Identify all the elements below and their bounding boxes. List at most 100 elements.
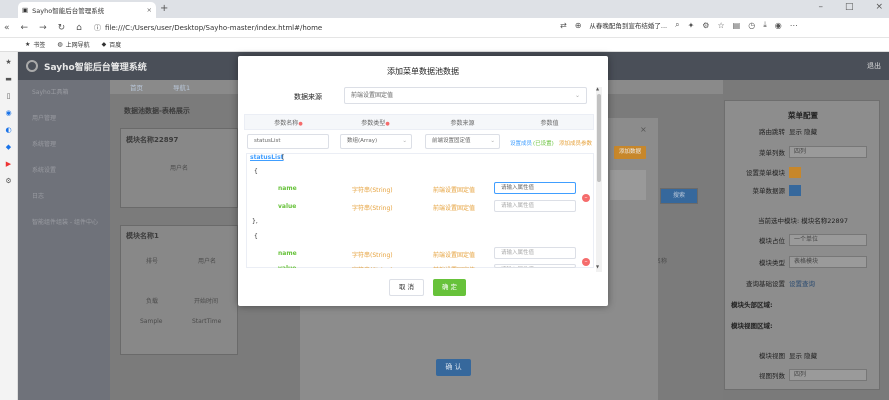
section-header[interactable]: 模块视图区域: <box>725 317 881 333</box>
cancel-button[interactable]: 取 消 <box>389 279 424 296</box>
exit-button[interactable]: 退出 <box>867 61 881 71</box>
more-icon[interactable]: ⋯ <box>790 21 798 30</box>
phone-icon[interactable]: ▯ <box>5 92 13 100</box>
tab-title: Sayho智能后台管理系统 <box>32 7 105 15</box>
browser-side-rail: ★ ▬ ▯ ◉ ◐ ◆ ▶ ⚙ <box>0 52 18 400</box>
field-value-input[interactable]: 请输入属性值 <box>494 264 576 268</box>
star-icon[interactable]: ★ <box>5 58 13 66</box>
bookmark-item[interactable]: ★ 书签 <box>25 40 45 49</box>
module-card <box>120 225 238 355</box>
field-name: value <box>278 203 297 210</box>
tree-root[interactable]: statusList <box>250 154 284 161</box>
param-source-select[interactable]: 前端设置固定值 ⌄ <box>425 134 500 149</box>
col-header: 负载 <box>146 298 159 305</box>
set-members-link[interactable]: 设置成员 <box>510 139 532 147</box>
sidebar-item[interactable]: 系统管理 <box>18 132 110 158</box>
source-label: 数据来源 <box>294 93 322 101</box>
confirm-button[interactable]: 确 认 <box>436 359 471 376</box>
row-label: 菜单列数 <box>759 149 785 157</box>
reload-icon[interactable]: ↻ <box>58 23 66 33</box>
cell: Sample <box>140 318 163 325</box>
datasource-button[interactable] <box>789 184 801 196</box>
search-icon[interactable]: ◉ <box>5 109 13 117</box>
search-icon[interactable]: ⌕ <box>675 20 679 30</box>
crumb-home[interactable]: 首页 <box>130 82 143 92</box>
field-value-input[interactable]: 请输入属性值 <box>494 247 576 259</box>
type-select[interactable]: 表格模块 <box>789 256 867 268</box>
maximize-icon[interactable]: □ <box>845 2 854 12</box>
translate-icon[interactable]: ⇄ <box>560 21 567 30</box>
folder-icon[interactable]: ▬ <box>5 75 13 83</box>
search-button[interactable]: 搜索 <box>660 188 698 204</box>
chevron-down-icon: ⌄ <box>574 92 580 99</box>
baidu-icon: ◆ <box>101 41 107 48</box>
scroll-down-icon[interactable]: ▼ <box>596 264 599 269</box>
source-select[interactable]: 前端设置固定值 ⌄ <box>344 87 587 104</box>
close-icon[interactable]: × <box>640 125 647 134</box>
span-select[interactable]: 一个单位 <box>789 234 867 246</box>
download-icon[interactable]: ⤓ <box>763 20 767 30</box>
globe-icon: ◍ <box>57 41 63 48</box>
history-icon[interactable]: ◷ <box>748 21 755 30</box>
sidebar-item[interactable]: 用户管理 <box>18 106 110 132</box>
view-columns-select[interactable]: 四列 <box>789 369 867 381</box>
sidebar-item[interactable]: 日志 <box>18 184 110 210</box>
set-query-link[interactable]: 设置查询 <box>789 278 815 288</box>
section-header[interactable]: 模块头部区域: <box>725 296 881 312</box>
app-title: Sayho智能后台管理系统 <box>44 62 147 73</box>
add-member-link[interactable]: 添加成员参数 <box>559 139 592 147</box>
row-label: 查询基础设置 <box>746 280 785 288</box>
back-icon[interactable]: ← <box>21 23 29 33</box>
minimize-icon[interactable]: – <box>818 2 823 12</box>
add-data-button[interactable]: 添加数据 <box>614 146 646 159</box>
source-value: 前端设置固定值 <box>351 92 394 99</box>
crumb-nav[interactable]: 导航1 <box>173 82 190 92</box>
edit-button[interactable] <box>789 166 801 178</box>
extensions-area: ⇄ ⊕ 从春晚配角到宣布结婚了... ⌕ ✦ ⚙ ☆ ▤ ◷ ⤓ ◉ ⋯ <box>560 20 798 30</box>
field-name: name <box>278 185 297 192</box>
columns-select[interactable]: 四列 <box>789 146 867 158</box>
extension-icon[interactable]: ◐ <box>5 126 13 134</box>
favorites-icon[interactable]: ☆ <box>717 21 724 30</box>
puzzle-icon[interactable]: ⚙ <box>702 21 709 30</box>
browser-nav-bar: « ← → ↻ ⌂ ⓘ file:///C:/Users/user/Deskto… <box>0 18 889 38</box>
address-bar[interactable]: ⓘ file:///C:/Users/user/Desktop/Sayho-ma… <box>94 21 514 35</box>
field-value-input[interactable]: 请输入属性值 <box>494 182 576 194</box>
dialog-title: 添加菜单数据池数据 <box>387 67 459 76</box>
confirm-button[interactable]: 确 定 <box>433 279 466 296</box>
bookmark-item[interactable]: ◍ 上网导航 <box>57 40 89 49</box>
scrollbar-thumb[interactable] <box>597 94 601 182</box>
delete-icon[interactable]: – <box>582 258 590 266</box>
settings-icon[interactable]: ⚙ <box>5 177 13 185</box>
radio-group[interactable]: 显示 隐藏 <box>789 350 817 360</box>
profile-icon[interactable]: ◉ <box>775 21 782 30</box>
page-title: 数据池数据-表格展示 <box>124 107 190 115</box>
chevrons-left-icon[interactable]: « <box>4 23 10 33</box>
store-icon[interactable]: ◆ <box>5 143 13 151</box>
field-source: 前端设置固定值 <box>433 205 476 212</box>
related-search[interactable]: 从春晚配角到宣布结婚了... <box>589 20 667 30</box>
bookmark-item[interactable]: ◆ 百度 <box>102 40 122 49</box>
new-tab-icon[interactable]: + <box>160 3 168 14</box>
browser-tab[interactable]: ▣ Sayho智能后台管理系统 × <box>18 2 156 18</box>
close-tab-icon[interactable]: × <box>147 6 152 14</box>
collections-icon[interactable]: ▤ <box>733 21 741 30</box>
app-sidebar: Sayho工具箱 用户管理 系统管理 系统设置 日志 智能组件组装 - 组件中心 <box>18 80 110 400</box>
close-window-icon[interactable]: × <box>875 2 883 12</box>
extension-icon[interactable]: ✦ <box>688 21 695 30</box>
zoom-icon[interactable]: ⊕ <box>575 21 582 30</box>
row-label: 模块视图 <box>759 352 785 360</box>
info-icon: ⓘ <box>94 24 101 32</box>
param-type-select[interactable]: 数组(Array) ⌄ <box>340 134 412 149</box>
radio-group[interactable]: 显示 隐藏 <box>789 126 817 136</box>
field-value-input[interactable]: 请输入属性值 <box>494 200 576 212</box>
scroll-up-icon[interactable]: ▲ <box>596 86 599 91</box>
home-icon[interactable]: ⌂ <box>76 23 82 33</box>
sidebar-item[interactable]: 智能组件组装 - 组件中心 <box>18 210 110 236</box>
sidebar-item[interactable]: Sayho工具箱 <box>18 80 110 106</box>
delete-icon[interactable]: – <box>582 194 590 202</box>
param-name-input[interactable]: statusList <box>247 134 329 149</box>
sidebar-item[interactable]: 系统设置 <box>18 158 110 184</box>
media-icon[interactable]: ▶ <box>5 160 13 168</box>
forward-icon[interactable]: → <box>39 23 47 33</box>
